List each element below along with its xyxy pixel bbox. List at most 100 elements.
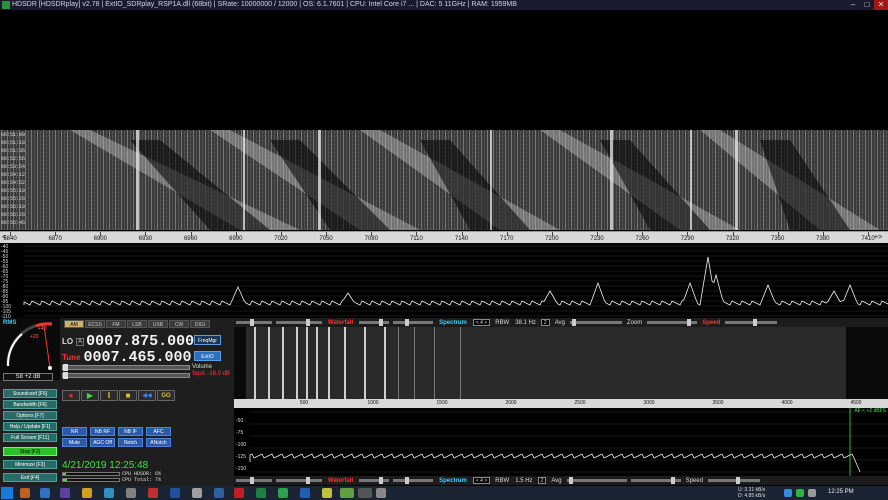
lo-frequency[interactable]: 0007.875.000: [86, 333, 194, 350]
mode-buttons: AM ECSS FM LSB USB CW DIGI: [64, 320, 210, 328]
rewind-button[interactable]: ◀◀: [138, 390, 156, 401]
mode-button-digi[interactable]: DIGI: [190, 320, 210, 328]
stop-button[interactable]: Stop [F2]: [3, 447, 57, 456]
tune-frequency[interactable]: 0007.465.000: [84, 349, 192, 366]
speed-slider[interactable]: [725, 319, 778, 326]
mode-button-ecss[interactable]: ECSS: [85, 320, 105, 328]
frequency-label: 6870: [48, 236, 62, 242]
exit-button[interactable]: Exit [F4]: [3, 473, 57, 482]
mute-button[interactable]: Mute: [62, 438, 87, 447]
s-meter-dial: +40 +20: [6, 322, 53, 370]
record-button[interactable]: ●: [62, 390, 80, 401]
spectrum-pct-control[interactable]: < 4 >: [472, 319, 491, 326]
af-waterfall-speed-slider[interactable]: [359, 477, 390, 484]
frequency-label: 7170: [500, 236, 514, 242]
play-button[interactable]: ▶: [81, 390, 99, 401]
tray-icon-2[interactable]: [796, 489, 804, 497]
audio-frequency-label: 2000: [505, 400, 517, 406]
taskbar-app-icon-15[interactable]: [322, 488, 332, 498]
go-button[interactable]: GO: [157, 390, 175, 401]
rf-waterfall-history-area[interactable]: [0, 10, 888, 130]
anotch-button[interactable]: ANotch: [146, 438, 171, 447]
nb-rf-button[interactable]: NB RF: [90, 427, 115, 436]
taskbar-app-icon-11[interactable]: [234, 488, 244, 498]
notch-button[interactable]: Notch: [118, 438, 143, 447]
extio-button[interactable]: ExtIO: [194, 351, 221, 361]
freq-manager-button[interactable]: FreqMgr: [194, 335, 221, 345]
tray-icon-1[interactable]: [784, 489, 792, 497]
volume-label: Volume: [192, 364, 213, 370]
af-spectrum-pct-control[interactable]: < 4 >: [472, 477, 491, 484]
maximize-button[interactable]: □: [860, 0, 874, 10]
taskbar-app-icon-9[interactable]: [192, 488, 202, 498]
taskbar-app-icon-5[interactable]: [104, 488, 114, 498]
waterfall-time-label: 06:51:18: [1, 140, 26, 146]
nr-button[interactable]: NR: [62, 427, 87, 436]
af-zoom-slider[interactable]: [566, 477, 627, 484]
volume-tray-icon[interactable]: [808, 489, 816, 497]
options-button[interactable]: Options [F7]: [3, 411, 57, 420]
mode-button-lsb[interactable]: LSB: [127, 320, 147, 328]
mode-button-fm[interactable]: FM: [106, 320, 126, 328]
frequency-label: 7080: [364, 236, 378, 242]
audio-db-label: -75: [236, 430, 244, 436]
af-speed-slider-track[interactable]: [630, 477, 681, 484]
soundcard-button[interactable]: Soundcard [F5]: [3, 389, 57, 398]
taskbar-app-icon-10[interactable]: [214, 488, 224, 498]
af-speed-slider[interactable]: [707, 477, 760, 484]
taskbar-app-icon-17[interactable]: [376, 488, 386, 498]
taskbar-app-icon-4[interactable]: [82, 488, 92, 498]
taskbar-app-icon-2[interactable]: [40, 488, 50, 498]
avg-label: Avg: [554, 319, 565, 326]
zoom-slider[interactable]: [569, 319, 622, 326]
af-waterfall-brightness-slider[interactable]: [276, 477, 322, 484]
taskbar-app-icon-3[interactable]: [60, 488, 70, 498]
taskbar-app-icon-1[interactable]: [20, 488, 30, 498]
frequency-scale[interactable]: < +> 6840 6870 6900 6930 6960 6990 7020 7050 708…: [0, 231, 888, 243]
mode-button-usb[interactable]: USB: [148, 320, 168, 328]
taskbar-app-icon-7[interactable]: [148, 488, 158, 498]
rf-spectrum[interactable]: -40 -45 -50 -55 -60 -65 -70 -75 -80 -85 -90 -95 -100…: [0, 243, 888, 320]
waterfall-time-label: 06:56:46: [1, 220, 26, 226]
af-avg-select[interactable]: 2: [537, 477, 547, 484]
taskbar-app-icon-8[interactable]: [170, 488, 180, 498]
nb-if-button[interactable]: NB IF: [118, 427, 143, 436]
vfo-a-badge[interactable]: A: [76, 337, 85, 346]
audio-waterfall[interactable]: [234, 327, 888, 399]
agc-off-button[interactable]: AGC Off: [90, 438, 115, 447]
pause-button[interactable]: ‖: [100, 390, 118, 401]
spectrum-contrast-slider[interactable]: [393, 319, 434, 326]
start-button[interactable]: [1, 487, 13, 499]
scroll-right-arrow[interactable]: +>: [874, 234, 882, 241]
minimize-button[interactable]: –: [846, 0, 860, 10]
help-update-button[interactable]: Help / Update [F1]: [3, 422, 57, 431]
avg-select[interactable]: 2: [540, 319, 550, 326]
rf-waterfall[interactable]: 06:51:00 06:51:18 06:51:36 06:52:56 06:53:54…: [0, 130, 888, 230]
speed-slider-track[interactable]: [647, 319, 698, 326]
minimize-app-button[interactable]: Minimize [F3]: [3, 460, 57, 469]
taskbar-app-icon-13[interactable]: [278, 488, 288, 498]
close-button[interactable]: ✕: [874, 0, 888, 10]
mode-button-am[interactable]: AM: [64, 320, 84, 328]
taskbar-app-icon-12[interactable]: [256, 488, 266, 498]
audio-frequency-scale[interactable]: 500 1000 1500 2000 2500 3000 3500 4000 4500: [234, 399, 888, 408]
bandwidth-button[interactable]: Bandwidth [F6]: [3, 400, 57, 409]
taskbar-app-icon-14[interactable]: [300, 488, 310, 498]
af-spectrum-contrast-slider[interactable]: [393, 477, 434, 484]
taskbar-hdsdr-icon[interactable]: [340, 488, 354, 498]
squelch-slider[interactable]: [62, 372, 190, 379]
waterfall-contrast-slider[interactable]: [236, 319, 272, 326]
waterfall-brightness-slider[interactable]: [276, 319, 322, 326]
afc-button[interactable]: AFC: [146, 427, 171, 436]
taskbar-app-icon-16[interactable]: [358, 488, 372, 498]
full-screen-button[interactable]: Full Screen [F11]: [3, 433, 57, 442]
stop-record-button[interactable]: ■: [119, 390, 137, 401]
waterfall-time-label: 06:53:54: [1, 164, 26, 170]
waterfall-speed-slider[interactable]: [359, 319, 390, 326]
audio-spectrum[interactable]: AF < +2 dBFS -50 -75 -100 -125 -150: [234, 408, 888, 476]
volume-slider[interactable]: [62, 364, 190, 371]
audio-waterfall-image: [234, 327, 888, 399]
taskbar-app-icon-6[interactable]: [126, 488, 136, 498]
af-waterfall-contrast-slider[interactable]: [236, 477, 272, 484]
mode-button-cw[interactable]: CW: [169, 320, 189, 328]
